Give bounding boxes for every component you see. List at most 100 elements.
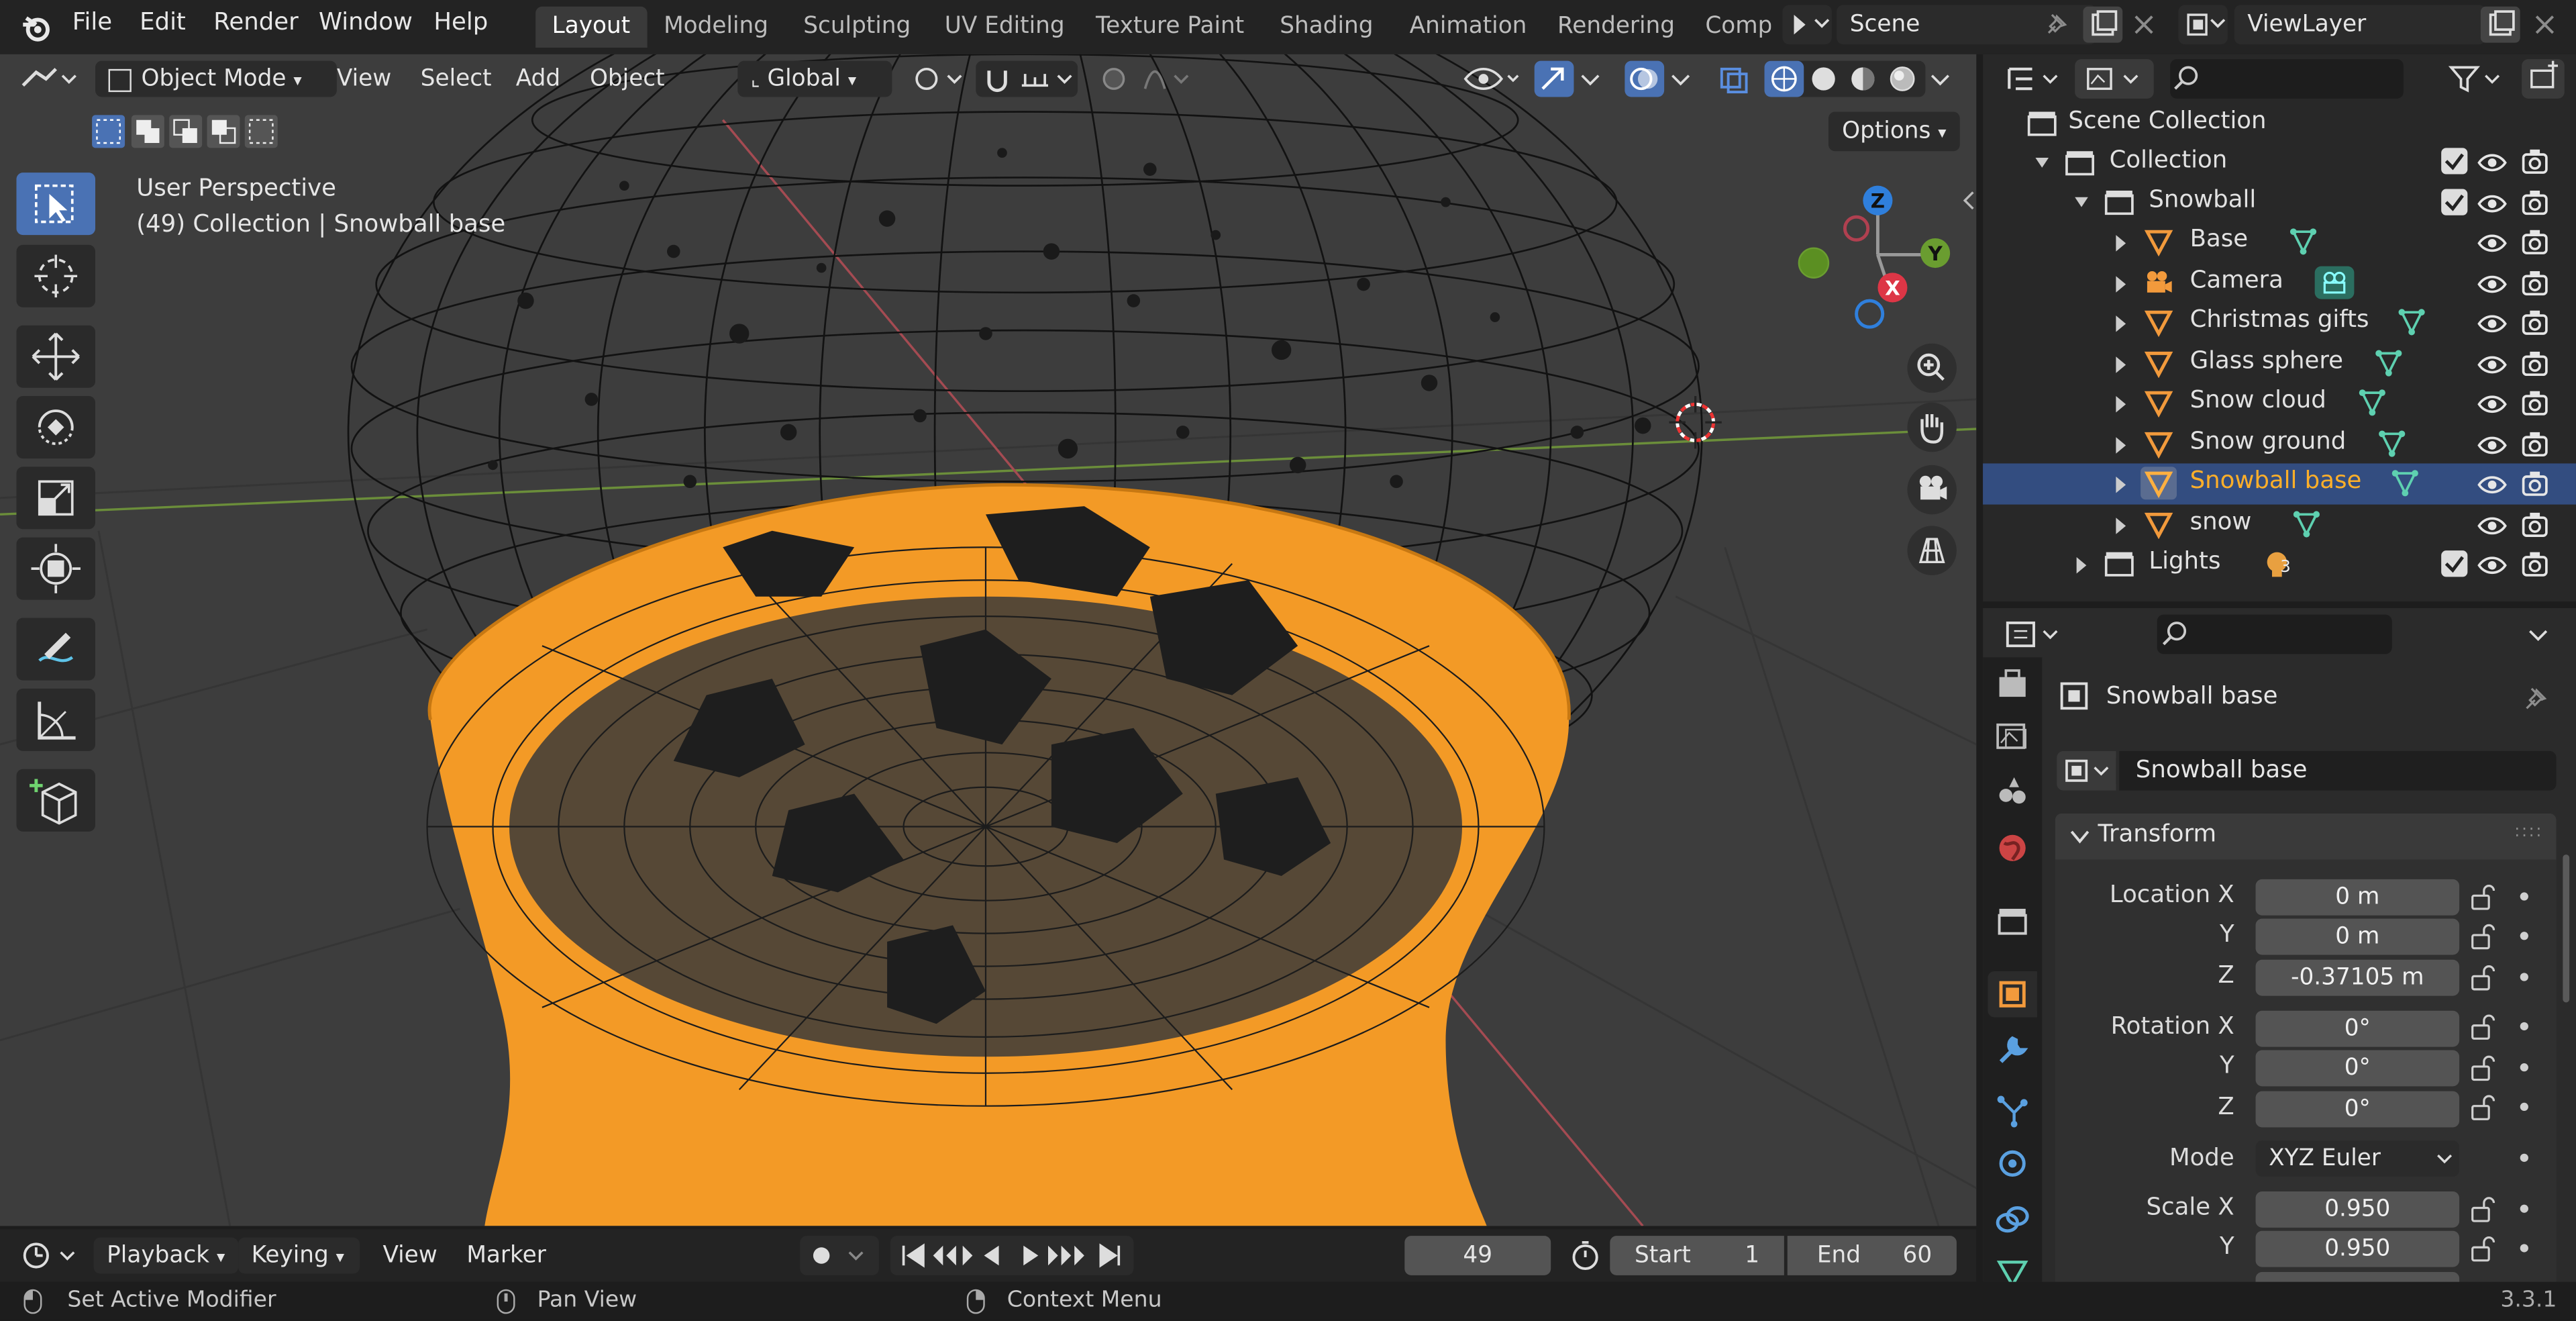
transform-panel-header[interactable]: Transform :::: (2055, 813, 2557, 860)
editor-type-icon[interactable] (16, 59, 82, 99)
camera-data-icon[interactable] (2314, 266, 2355, 299)
constraints-tab-icon[interactable] (1993, 1202, 2032, 1238)
new-collection-icon[interactable] (2522, 59, 2565, 99)
keyframe-dot-icon[interactable] (2520, 1022, 2528, 1031)
tool-tab-icon[interactable] (1993, 664, 2032, 700)
blender-logo-icon[interactable] (19, 11, 52, 44)
location-z-field[interactable]: -0.37105 m (2255, 959, 2460, 996)
lock-icon[interactable] (2469, 1014, 2495, 1040)
rendered-shading-icon[interactable] (1883, 61, 1926, 97)
jump-to-end-icon[interactable] (1091, 1236, 1134, 1275)
mesh-data-icon[interactable] (2374, 348, 2404, 378)
drag-handle-icon[interactable]: :::: (2514, 824, 2543, 842)
select-extend-icon[interactable] (132, 113, 168, 150)
rotation-mode-dropdown[interactable]: XYZ Euler (2255, 1140, 2460, 1177)
render-camera-icon[interactable] (2520, 270, 2550, 296)
object-tab-icon[interactable] (1988, 971, 2037, 1018)
collection-tab-icon[interactable] (1993, 902, 2032, 938)
timeline-menu-marker[interactable]: Marker (466, 1238, 546, 1274)
mesh-data-icon[interactable] (2288, 227, 2318, 256)
lock-icon[interactable] (2469, 924, 2495, 950)
proportional-editing-icon[interactable] (1092, 61, 1194, 97)
viewlayer-selector-icon[interactable] (2178, 5, 2228, 45)
tab-rendering[interactable]: Rendering (1541, 7, 1692, 48)
hand-pan-icon[interactable] (1907, 402, 1957, 452)
keyframe-dot-icon[interactable] (2520, 1244, 2528, 1253)
lock-icon[interactable] (2469, 884, 2495, 910)
object-mode-dropdown[interactable]: Object Mode ▾ (95, 60, 337, 97)
annotate-tool[interactable] (16, 618, 96, 681)
rotation-y-field[interactable]: 0° (2255, 1050, 2460, 1087)
keying-dropdown[interactable]: Keying ▾ (238, 1237, 360, 1274)
properties-editor-type-icon[interactable] (2001, 615, 2067, 654)
render-camera-icon[interactable] (2520, 389, 2550, 415)
render-camera-icon[interactable] (2520, 550, 2550, 577)
location-x-field[interactable]: 0 m (2255, 879, 2460, 916)
chevron-down-icon[interactable] (1667, 66, 1694, 92)
lock-icon[interactable] (2469, 1236, 2495, 1262)
overlays-icon[interactable] (1625, 60, 1665, 97)
exclude-checkbox[interactable] (2441, 550, 2468, 577)
keyframe-dot-icon[interactable] (2520, 892, 2528, 901)
render-camera-icon[interactable] (2520, 148, 2550, 174)
eye-visibility-icon[interactable] (2477, 352, 2507, 375)
render-camera-icon[interactable] (2520, 350, 2550, 377)
camera-view-icon[interactable] (1907, 464, 1957, 515)
expand-arrow-icon[interactable] (2071, 192, 2091, 211)
snap-icon[interactable] (976, 60, 1078, 97)
visibility-icon[interactable] (1461, 61, 1523, 97)
end-frame-field[interactable]: End 60 (1787, 1236, 1957, 1275)
pivot-point-icon[interactable] (907, 61, 969, 97)
render-camera-icon[interactable] (2520, 470, 2550, 496)
tab-layout[interactable]: Layout (535, 6, 647, 48)
world-tab-icon[interactable] (1993, 830, 2032, 866)
select-new-icon[interactable] (91, 113, 127, 150)
keyframe-dot-icon[interactable] (2520, 932, 2528, 940)
transform-tool[interactable] (16, 537, 96, 600)
viewport-menu-view[interactable]: View (337, 61, 391, 97)
chevron-down-icon[interactable] (1927, 66, 1953, 92)
pin-icon[interactable] (2522, 683, 2551, 713)
outliner-search-input[interactable] (2170, 59, 2404, 99)
particles-tab-icon[interactable] (1993, 1091, 2032, 1128)
timeline-editor-type-icon[interactable] (16, 1238, 82, 1274)
keyframe-dot-icon[interactable] (2520, 1102, 2528, 1112)
render-camera-icon[interactable] (2520, 430, 2550, 457)
lock-icon[interactable] (2469, 965, 2495, 991)
delete-scene-icon[interactable] (2126, 7, 2162, 43)
collapsed-arrow-icon[interactable] (2113, 355, 2129, 375)
collapsed-arrow-icon[interactable] (2113, 314, 2129, 334)
eye-visibility-icon[interactable] (2477, 391, 2507, 414)
keyframe-dot-icon[interactable] (2520, 1063, 2528, 1072)
properties-scrollbar[interactable] (2563, 854, 2570, 1003)
tab-texture-paint[interactable]: Texture Paint (1080, 7, 1261, 48)
rotate-tool[interactable] (16, 396, 96, 459)
object-browse-icon[interactable] (2057, 750, 2116, 791)
delete-viewlayer-icon[interactable] (2526, 7, 2563, 43)
data-tab-icon[interactable] (1993, 1256, 2032, 1282)
select-intersect-icon[interactable] (245, 113, 281, 150)
display-mode-icon[interactable] (2075, 59, 2154, 99)
scene-selector-icon[interactable] (1782, 5, 1832, 45)
collapsed-arrow-icon[interactable] (2113, 436, 2129, 455)
tab-animation[interactable]: Animation (1393, 7, 1543, 48)
select-subtract-icon[interactable] (169, 113, 205, 150)
menu-edit[interactable]: Edit (140, 10, 186, 36)
start-frame-field[interactable]: Start 1 (1610, 1236, 1784, 1275)
zoom-icon[interactable] (1907, 343, 1957, 393)
keyframe-dot-icon[interactable] (2520, 1153, 2528, 1162)
transform-orientation-dropdown[interactable]: ⌞ Global ▾ (737, 60, 892, 97)
mesh-data-icon[interactable] (2377, 429, 2407, 458)
outliner-editor-type-icon[interactable] (2001, 59, 2067, 99)
move-tool[interactable] (16, 325, 96, 388)
expand-arrow-icon[interactable] (2032, 153, 2052, 173)
scale-tool[interactable] (16, 467, 96, 530)
jump-to-keyframe-next-icon[interactable] (1051, 1236, 1091, 1275)
current-frame-field[interactable]: 49 (1404, 1236, 1551, 1275)
outliner-row-scene-collection[interactable]: Scene Collection (1983, 103, 2576, 144)
scale-x-field[interactable]: 0.950 (2255, 1191, 2460, 1228)
properties-search-input[interactable] (2157, 614, 2392, 654)
render-camera-icon[interactable] (2520, 228, 2550, 254)
exclude-checkbox[interactable] (2441, 189, 2468, 215)
render-camera-icon[interactable] (2520, 511, 2550, 537)
